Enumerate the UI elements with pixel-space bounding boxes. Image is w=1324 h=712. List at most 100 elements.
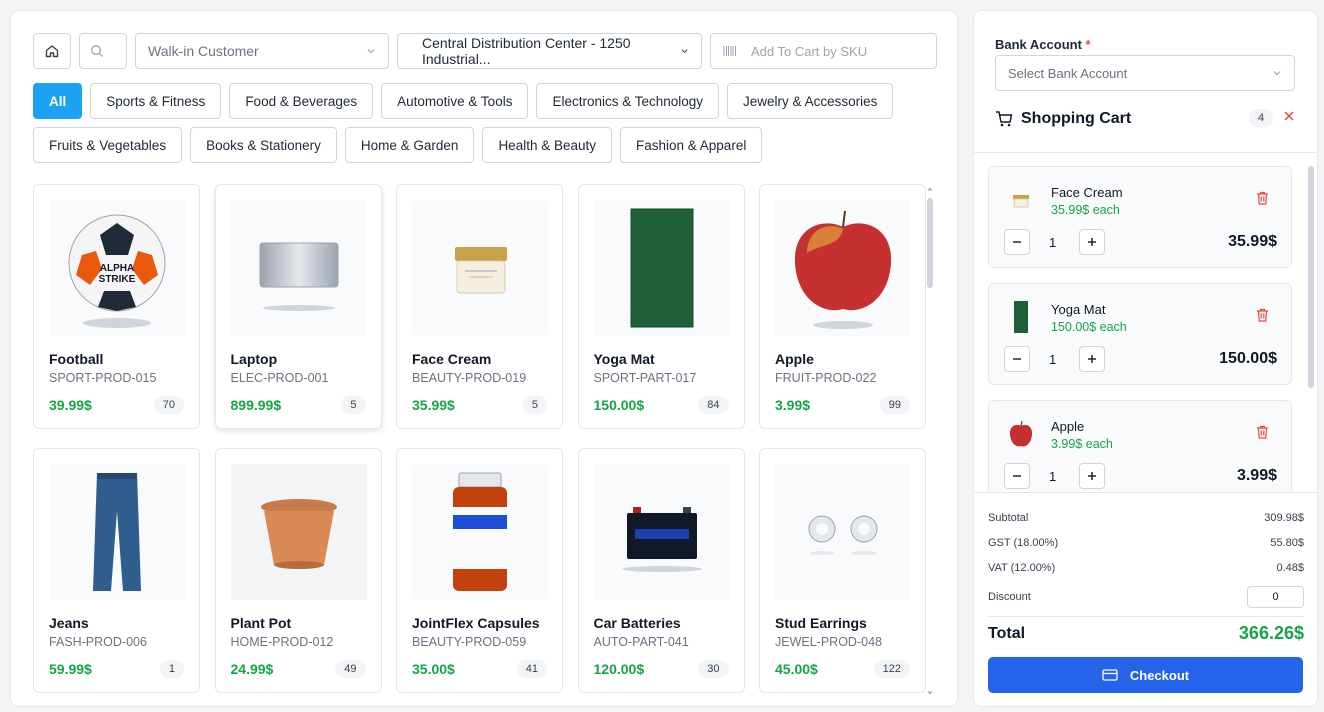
cart-item: Apple 3.99$ each 1 3.99$ <box>988 400 1292 491</box>
product-card[interactable]: Jeans FASH-PROD-006 59.99$ 1 <box>33 448 200 693</box>
cart-item-unit-price: 35.99$ each <box>1051 203 1120 217</box>
cart-panel: Bank Account * Select Bank Account Shopp… <box>973 10 1318 707</box>
category-all[interactable]: All <box>33 83 83 119</box>
category-home-garden[interactable]: Home & Garden <box>344 127 475 163</box>
cart-item-total: 35.99$ <box>1228 233 1277 250</box>
stock-badge: 1 <box>159 660 184 678</box>
product-name: Yoga Mat <box>593 351 655 367</box>
checkout-label: Checkout <box>1129 667 1190 683</box>
product-card[interactable]: Yoga Mat SPORT-PART-017 150.00$ 84 <box>577 184 745 429</box>
decrease-quantity-button[interactable] <box>1004 463 1030 489</box>
product-card[interactable]: ALPHA STRIKE Football SPORT-PROD-015 39.… <box>33 184 200 429</box>
product-name: Laptop <box>230 351 278 367</box>
capsules-bottle-icon <box>453 472 507 591</box>
cart-item-thumbnail <box>1005 418 1037 450</box>
product-price: 899.99$ <box>230 397 282 413</box>
discount-label: Discount <box>988 591 1031 603</box>
category-food-beverages[interactable]: Food & Beverages <box>229 83 374 119</box>
cart-item-unit-price: 3.99$ each <box>1051 437 1113 451</box>
search-button[interactable] <box>79 33 127 69</box>
product-image <box>412 200 548 336</box>
bank-account-label-text: Bank Account <box>995 37 1082 52</box>
product-price: 24.99$ <box>230 661 274 677</box>
product-name: Football <box>49 351 104 367</box>
location-select[interactable]: Central Distribution Center - 1250 Indus… <box>397 33 702 69</box>
product-card[interactable]: Face Cream BEAUTY-PROD-019 35.99$ 5 <box>396 184 563 429</box>
product-card[interactable]: Plant Pot HOME-PROD-012 24.99$ 49 <box>214 448 382 693</box>
product-name: Face Cream <box>412 351 492 367</box>
product-name: Apple <box>775 351 814 367</box>
cart-item-thumbnail <box>1005 184 1037 216</box>
category-fashion-apparel[interactable]: Fashion & Apparel <box>620 127 763 163</box>
cart-item: Yoga Mat 150.00$ each 1 150.00$ <box>988 283 1292 385</box>
product-name: Jeans <box>49 615 89 631</box>
cart-item-name: Face Cream <box>1051 185 1123 200</box>
checkout-button[interactable]: Checkout <box>988 657 1303 693</box>
cart-scrollbar[interactable] <box>1308 166 1314 491</box>
cart-item-thumbnail <box>1005 301 1037 333</box>
category-jewelry-accessories[interactable]: Jewelry & Accessories <box>727 83 894 119</box>
category-books-stationery[interactable]: Books & Stationery <box>190 127 337 163</box>
product-grid-scrollbar[interactable] <box>927 186 933 696</box>
sku-input[interactable] <box>751 43 911 59</box>
category-health-beauty[interactable]: Health & Beauty <box>482 127 612 163</box>
category-sports-fitness[interactable]: Sports & Fitness <box>90 83 222 119</box>
stock-badge: 84 <box>698 396 729 414</box>
remove-item-button[interactable] <box>1256 425 1269 444</box>
decrease-quantity-button[interactable] <box>1004 346 1030 372</box>
toolbar: Walk-in Customer Central Distribution Ce… <box>33 33 937 69</box>
clear-cart-button[interactable] <box>1283 109 1295 127</box>
trash-icon <box>1257 191 1268 205</box>
scroll-up-arrow-icon <box>927 187 933 191</box>
category-automotive-tools[interactable]: Automotive & Tools <box>381 83 529 119</box>
product-card[interactable]: Apple FRUIT-PROD-022 3.99$ 99 <box>759 184 926 429</box>
chevron-down-icon <box>367 49 375 54</box>
product-card[interactable]: Car Batteries AUTO-PART-041 120.00$ 30 <box>577 448 745 693</box>
bank-account-select[interactable]: Select Bank Account <box>995 55 1295 91</box>
product-image <box>775 464 911 600</box>
football-icon: ALPHA STRIKE <box>68 214 166 328</box>
gst-label: GST (18.00%) <box>988 537 1059 549</box>
product-price: 45.00$ <box>775 661 818 677</box>
stock-badge: 5 <box>341 396 366 414</box>
increase-quantity-button[interactable] <box>1079 229 1105 255</box>
cart-count-badge: 4 <box>1249 109 1273 127</box>
category-fruits-vegetables[interactable]: Fruits & Vegetables <box>33 127 183 163</box>
product-name: JointFlex Capsules <box>412 615 540 631</box>
product-price: 35.00$ <box>412 661 455 677</box>
product-card[interactable]: JointFlex Capsules BEAUTY-PROD-059 35.00… <box>396 448 563 693</box>
home-button[interactable] <box>33 33 71 69</box>
customer-select[interactable]: Walk-in Customer <box>135 33 389 69</box>
close-icon <box>1284 111 1294 121</box>
product-image <box>593 200 730 336</box>
subtotal-value: 309.98$ <box>1264 512 1304 524</box>
product-panel: Walk-in Customer Central Distribution Ce… <box>10 10 958 707</box>
product-price: 59.99$ <box>49 661 92 677</box>
remove-item-button[interactable] <box>1256 191 1269 210</box>
scrollbar-thumb[interactable] <box>1308 166 1314 388</box>
stock-badge: 49 <box>335 660 366 678</box>
remove-item-button[interactable] <box>1256 308 1269 327</box>
product-name: Plant Pot <box>230 615 292 631</box>
stud-earrings-icon <box>808 515 878 555</box>
product-sku: SPORT-PROD-015 <box>49 371 157 385</box>
gst-value: 55.80$ <box>1270 537 1304 549</box>
yoga-mat-icon <box>1014 301 1028 333</box>
plant-pot-icon <box>260 499 337 569</box>
category-electronics-technology[interactable]: Electronics & Technology <box>536 83 720 119</box>
product-sku: BEAUTY-PROD-019 <box>412 371 527 385</box>
increase-quantity-button[interactable] <box>1079 346 1105 372</box>
apple-icon <box>794 210 892 329</box>
product-card[interactable]: Laptop ELEC-PROD-001 899.99$ 5 <box>214 184 382 429</box>
product-image: ALPHA STRIKE <box>49 200 185 336</box>
barcode-icon <box>723 46 736 56</box>
decrease-quantity-button[interactable] <box>1004 229 1030 255</box>
location-select-value: Central Distribution Center - 1250 Indus… <box>422 35 631 67</box>
discount-input[interactable] <box>1247 586 1304 608</box>
stock-badge: 122 <box>873 660 910 678</box>
scrollbar-thumb[interactable] <box>927 198 933 288</box>
product-sku: ELEC-PROD-001 <box>230 371 329 385</box>
product-card[interactable]: Stud Earrings JEWEL-PROD-048 45.00$ 122 <box>759 448 926 693</box>
increase-quantity-button[interactable] <box>1079 463 1105 489</box>
cart-item-total: 150.00$ <box>1219 350 1277 367</box>
